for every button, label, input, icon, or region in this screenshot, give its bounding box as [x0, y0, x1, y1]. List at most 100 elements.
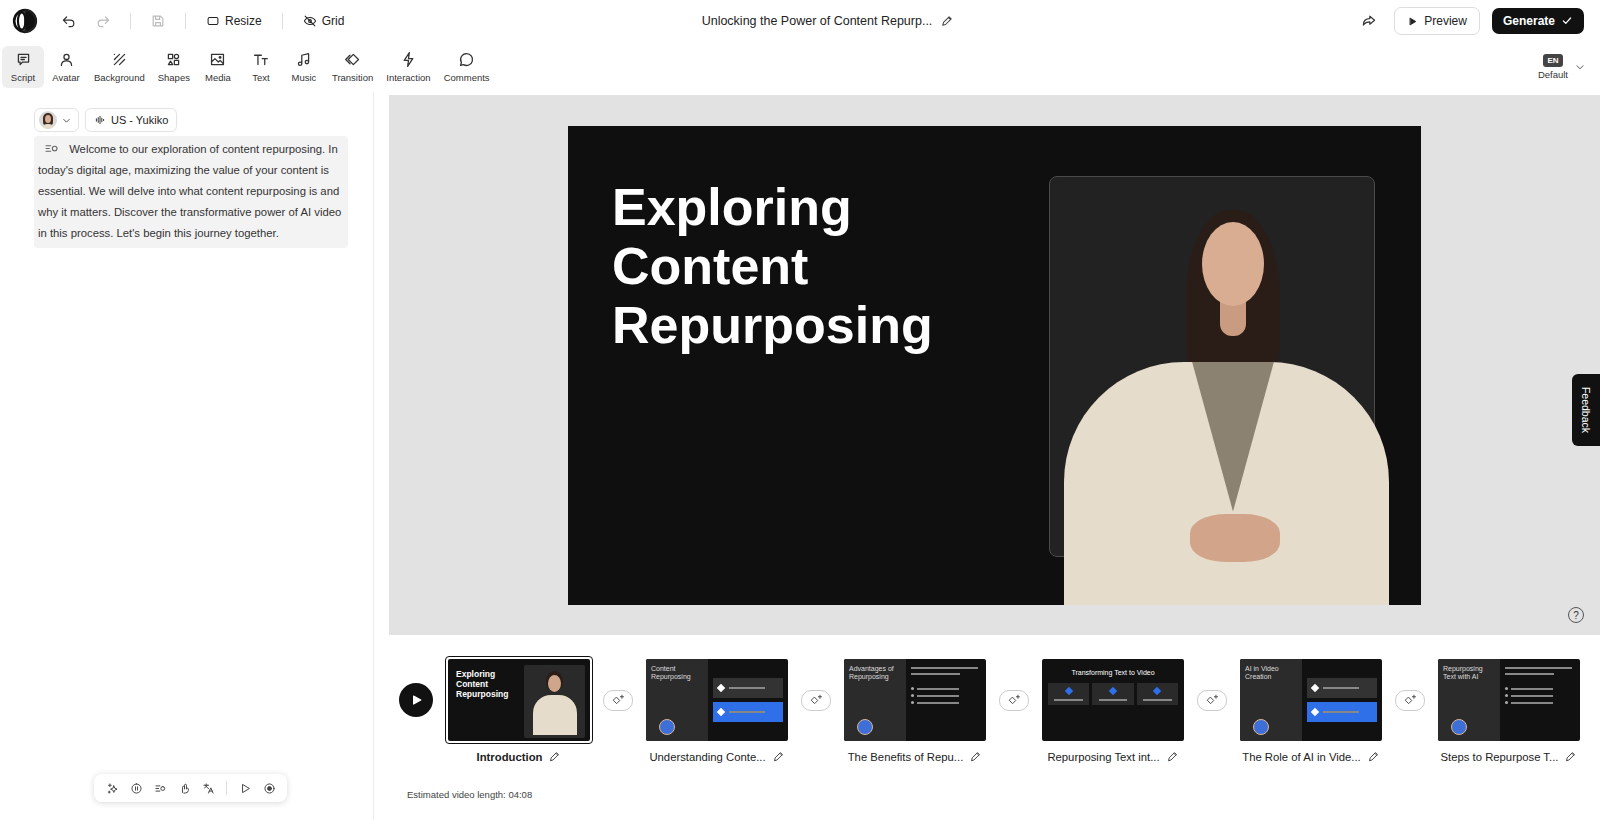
avatar-photo[interactable]	[568, 126, 1421, 605]
generate-button[interactable]: Generate	[1492, 8, 1584, 34]
transition-button[interactable]	[999, 690, 1029, 711]
pencil-icon[interactable]	[548, 750, 561, 763]
top-bar-right: Preview Generate	[954, 7, 1584, 35]
tool-button[interactable]: Comments	[438, 46, 496, 88]
script-text[interactable]: Welcome to our exploration of content re…	[34, 136, 348, 248]
scene: Repurposing Text with AI Steps to Repurp…	[1435, 656, 1583, 763]
scene-thumbnail[interactable]: Transforming Text to Video	[1039, 656, 1187, 744]
script-action-button[interactable]	[150, 778, 170, 798]
waveform-icon	[94, 114, 106, 126]
scene-thumbnail[interactable]: Advantages of Repurposing	[841, 656, 989, 744]
script-action-button[interactable]	[102, 778, 122, 798]
record-button[interactable]	[259, 778, 279, 798]
tool-button[interactable]: Avatar	[45, 46, 87, 88]
save-button[interactable]	[145, 8, 171, 34]
tool-list: Script Avatar Background Shapes Media Te…	[2, 46, 496, 88]
tool-button[interactable]: Music	[283, 46, 325, 88]
scene-label[interactable]: The Benefits of Repu...	[848, 750, 983, 763]
slide[interactable]: Exploring Content Repurposing	[568, 126, 1421, 605]
transition-button[interactable]	[801, 690, 831, 711]
separator	[226, 781, 227, 795]
help-button[interactable]: ?	[1568, 607, 1584, 623]
scene-label[interactable]: Understanding Conte...	[649, 750, 784, 763]
pencil-icon[interactable]	[1166, 750, 1179, 763]
transition-slot	[989, 656, 1039, 711]
transition-button[interactable]	[1395, 690, 1425, 711]
pencil-icon[interactable]	[940, 14, 954, 28]
script-panel: US - Yukiko Welcome to our exploration o…	[8, 92, 374, 820]
tool-icon	[458, 51, 475, 68]
scene: AI in Video Creation The Role of AI in V…	[1237, 656, 1385, 763]
project-title-text[interactable]: Unlocking the Power of Content Repurp...	[702, 14, 933, 28]
tool-button[interactable]: Media	[197, 46, 239, 88]
feedback-tab[interactable]: Feedback	[1572, 374, 1600, 446]
editor-app: Resize Grid Unlocking the Power of Conte…	[0, 0, 1600, 820]
undo-icon	[61, 13, 77, 29]
chevron-down-icon	[1574, 61, 1586, 73]
logo-icon[interactable]	[12, 8, 38, 34]
pencil-icon[interactable]	[969, 750, 982, 763]
scene-thumbnail[interactable]: Repurposing Text with AI	[1435, 656, 1583, 744]
scene-label[interactable]: The Role of AI in Vide...	[1242, 750, 1379, 763]
tool-icon	[344, 51, 361, 68]
slide-title[interactable]: Exploring Content Repurposing	[612, 178, 992, 355]
eye-off-icon	[303, 14, 317, 28]
language-selector[interactable]: EN Default	[1538, 54, 1586, 80]
avatar-thumbnail	[39, 111, 57, 129]
scene-thumbnail[interactable]: AI in Video Creation	[1237, 656, 1385, 744]
play-all-button[interactable]	[399, 683, 433, 717]
separator	[130, 13, 131, 29]
share-button[interactable]	[1356, 8, 1382, 34]
top-bar-left: Resize Grid	[12, 8, 642, 34]
scene-label[interactable]: Repurposing Text int...	[1047, 750, 1178, 763]
tool-button[interactable]: Text	[240, 46, 282, 88]
separator	[185, 13, 186, 29]
script-action-button[interactable]	[198, 778, 218, 798]
redo-button[interactable]	[90, 8, 116, 34]
record-icon	[263, 782, 276, 795]
voice-row: US - Yukiko	[34, 108, 373, 132]
avatar-dropdown[interactable]	[34, 108, 79, 132]
tool-button[interactable]: Shapes	[152, 46, 196, 88]
scene-thumbnail[interactable]: Exploring Content Repurposing	[445, 656, 593, 744]
preview-button[interactable]: Preview	[1394, 7, 1480, 35]
script-action-button[interactable]	[126, 778, 146, 798]
chevron-down-icon	[61, 115, 72, 126]
transition-button[interactable]	[1197, 690, 1227, 711]
check-icon	[1561, 15, 1573, 27]
grid-button[interactable]: Grid	[297, 10, 351, 32]
pencil-icon[interactable]	[1564, 750, 1577, 763]
transition-button[interactable]	[603, 690, 633, 711]
action-icon	[154, 782, 167, 795]
transition-icon	[611, 694, 626, 707]
scene-thumbnail[interactable]: Content Repurposing	[643, 656, 791, 744]
separator	[282, 13, 283, 29]
tool-button[interactable]: Transition	[326, 46, 379, 88]
scene-timeline: Exploring Content Repurposing Introducti…	[389, 635, 1600, 763]
redo-icon	[95, 13, 111, 29]
resize-button[interactable]: Resize	[200, 10, 268, 32]
tool-button[interactable]: Background	[88, 46, 151, 88]
resize-icon	[206, 14, 220, 28]
play-icon	[408, 692, 424, 708]
tool-icon	[58, 51, 75, 68]
pencil-icon[interactable]	[1367, 750, 1380, 763]
tool-button[interactable]: Interaction	[380, 46, 436, 88]
scene-label[interactable]: Introduction	[477, 750, 562, 763]
workspace: US - Yukiko Welcome to our exploration o…	[0, 92, 1600, 820]
pencil-icon[interactable]	[772, 750, 785, 763]
tool-icon	[252, 51, 269, 68]
tool-icon	[111, 51, 128, 68]
estimated-length: Estimated video length: 04:08	[407, 789, 1600, 800]
action-icon	[202, 782, 215, 795]
transition-slot	[1385, 656, 1435, 711]
undo-button[interactable]	[56, 8, 82, 34]
tool-icon	[15, 51, 32, 68]
scene-label[interactable]: Steps to Repurpose T...	[1441, 750, 1578, 763]
script-action-button[interactable]	[174, 778, 194, 798]
tool-button[interactable]: Script	[2, 46, 44, 88]
play-script-button[interactable]	[235, 778, 255, 798]
transition-icon	[1007, 694, 1022, 707]
voice-selector[interactable]: US - Yukiko	[85, 108, 177, 132]
save-icon	[150, 13, 166, 29]
